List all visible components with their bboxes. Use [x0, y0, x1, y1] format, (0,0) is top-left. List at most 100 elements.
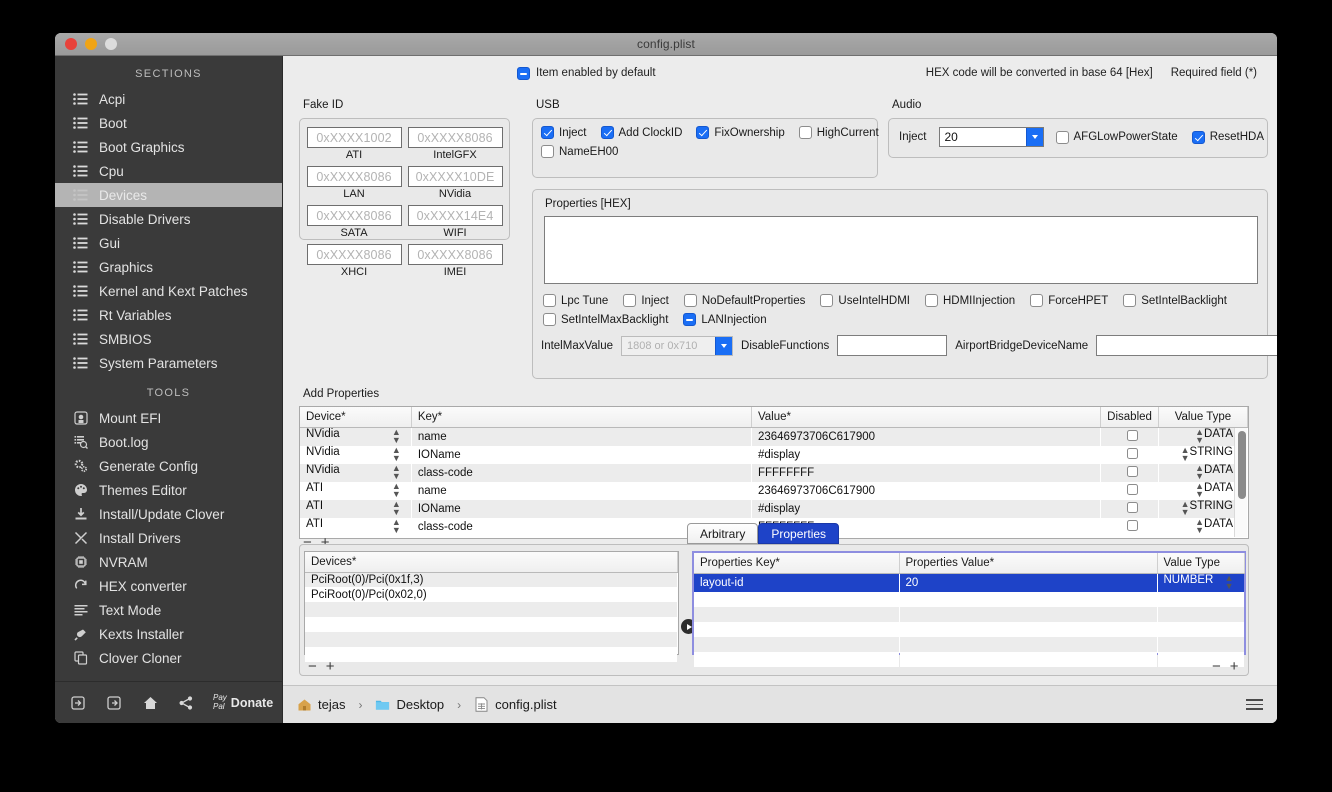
- usb-checkbox-nameeh00[interactable]: NameEH00: [541, 145, 618, 158]
- column-header[interactable]: Device*: [300, 407, 412, 428]
- sidebar-item-disable-drivers[interactable]: Disable Drivers: [55, 207, 282, 231]
- table-scrollbar[interactable]: [1234, 428, 1247, 537]
- add-property-row-button[interactable]: +: [1230, 658, 1239, 675]
- sidebar-tool-clover-cloner[interactable]: Clover Cloner: [55, 646, 282, 670]
- export-icon[interactable]: [105, 694, 123, 712]
- cell-properties-value[interactable]: [899, 591, 1157, 607]
- column-header[interactable]: Key*: [411, 407, 752, 428]
- column-header[interactable]: Disabled: [1100, 407, 1159, 428]
- sidebar-tool-nvram[interactable]: NVRAM: [55, 550, 282, 574]
- cell-value-type[interactable]: [1157, 621, 1244, 637]
- cell-device-path[interactable]: [305, 617, 678, 632]
- cell-device[interactable]: ATI ▲ ▼: [300, 499, 412, 518]
- cell-value[interactable]: #display: [751, 445, 1101, 464]
- add-device-button[interactable]: +: [326, 658, 335, 675]
- sidebar-tool-themes-editor[interactable]: Themes Editor: [55, 478, 282, 502]
- sidebar-item-cpu[interactable]: Cpu: [55, 159, 282, 183]
- cell-value[interactable]: #display: [751, 499, 1101, 518]
- cell-device-path[interactable]: [305, 602, 678, 617]
- stepper-icon[interactable]: ▲ ▼: [392, 464, 401, 481]
- cell-value-type[interactable]: [1157, 606, 1244, 622]
- properties-hex-textarea[interactable]: [544, 216, 1258, 284]
- stepper-icon[interactable]: ▲ ▼: [1195, 464, 1204, 481]
- properties-checkbox-lpc-tune[interactable]: Lpc Tune: [543, 294, 608, 307]
- cell-key[interactable]: IOName: [411, 499, 752, 518]
- cell-device[interactable]: ATI ▲ ▼: [300, 517, 412, 536]
- sidebar-item-system-parameters[interactable]: System Parameters: [55, 351, 282, 375]
- cell-disabled[interactable]: [1100, 427, 1159, 446]
- home-icon[interactable]: [141, 694, 159, 712]
- cell-value-type[interactable]: [1157, 591, 1244, 607]
- fake-id-input-wifi[interactable]: 0xXXXX14E4: [407, 205, 503, 226]
- remove-property-row-button[interactable]: −: [1212, 658, 1221, 675]
- menu-icon[interactable]: [1246, 699, 1263, 710]
- sidebar-item-graphics[interactable]: Graphics: [55, 255, 282, 279]
- cell-properties-value[interactable]: [899, 621, 1157, 637]
- item-enabled-by-default-checkbox[interactable]: Item enabled by default: [517, 66, 656, 80]
- table-row[interactable]: ATI ▲ ▼ name 23646973706C617900 DATA ▲ ▼: [300, 481, 1248, 500]
- add-properties-table[interactable]: Device* Key* Value* Disabled Value Type NVid…: [299, 406, 1249, 539]
- cell-device-path[interactable]: [305, 647, 678, 662]
- properties-checkbox-laninjection[interactable]: LANInjection: [683, 313, 767, 326]
- sidebar-item-boot[interactable]: Boot: [55, 111, 282, 135]
- cell-device-path[interactable]: PciRoot(0)/Pci(0x1f,3): [305, 572, 678, 587]
- table-row[interactable]: NVidia ▲ ▼ class-code FFFFFFFF DATA ▲ ▼: [300, 463, 1248, 482]
- table-row[interactable]: [305, 602, 678, 617]
- column-header[interactable]: Value*: [751, 407, 1102, 428]
- fake-id-input-nvidia[interactable]: 0xXXXX10DE: [407, 166, 503, 187]
- disabled-checkbox[interactable]: [1127, 430, 1139, 441]
- disabled-checkbox[interactable]: [1127, 520, 1139, 531]
- sidebar-tool-mount-efi[interactable]: Mount EFI: [55, 406, 282, 430]
- cell-key[interactable]: name: [411, 427, 752, 446]
- stepper-icon[interactable]: ▲ ▼: [392, 427, 401, 444]
- disable-functions-input[interactable]: [837, 335, 948, 356]
- properties-checkbox-hdmiinjection[interactable]: HDMIInjection: [924, 294, 1015, 307]
- cell-disabled[interactable]: [1100, 463, 1159, 482]
- stepper-icon[interactable]: ▲ ▼: [1195, 427, 1204, 444]
- cell-properties-key[interactable]: [694, 606, 899, 622]
- cell-disabled[interactable]: [1100, 481, 1159, 500]
- sidebar-item-smbios[interactable]: SMBIOS: [55, 327, 282, 351]
- usb-checkbox-fixownership[interactable]: FixOwnership: [696, 126, 785, 139]
- cell-properties-value[interactable]: [899, 606, 1157, 622]
- fake-id-input-intelgfx[interactable]: 0xXXXX8086: [407, 127, 503, 148]
- scrollbar-thumb[interactable]: [1237, 431, 1246, 499]
- share-icon[interactable]: [177, 694, 195, 712]
- devices-column-header[interactable]: Devices*: [305, 552, 678, 573]
- column-header[interactable]: Value Type: [1158, 407, 1249, 428]
- column-header[interactable]: Properties Value*: [899, 553, 1158, 574]
- breadcrumb-item-desktop[interactable]: Desktop: [375, 697, 444, 712]
- table-row[interactable]: PciRoot(0)/Pci(0x1f,3): [305, 572, 678, 587]
- cell-device[interactable]: ATI ▲ ▼: [300, 481, 412, 500]
- properties-checkbox-forcehpet[interactable]: ForceHPET: [1030, 294, 1108, 307]
- table-row[interactable]: ATI ▲ ▼ IOName #display STRING ▲ ▼: [300, 499, 1248, 518]
- sidebar-tool-hex-converter[interactable]: HEX converter: [55, 574, 282, 598]
- disabled-checkbox[interactable]: [1127, 466, 1139, 477]
- audio-inject-select[interactable]: 20: [938, 127, 1044, 147]
- sidebar-item-gui[interactable]: Gui: [55, 231, 282, 255]
- remove-device-button[interactable]: −: [308, 658, 317, 675]
- sidebar-item-acpi[interactable]: Acpi: [55, 87, 282, 111]
- donate-button[interactable]: Pay Pal Donate: [213, 693, 273, 711]
- stepper-icon[interactable]: ▲ ▼: [1195, 482, 1204, 499]
- cell-properties-value[interactable]: 20: [899, 573, 1157, 592]
- cell-properties-key[interactable]: [694, 621, 899, 637]
- cell-properties-key[interactable]: [694, 591, 899, 607]
- breadcrumb-item-config-plist[interactable]: config.plist: [474, 697, 557, 712]
- cell-key[interactable]: IOName: [411, 445, 752, 464]
- sidebar-tool-text-mode[interactable]: Text Mode: [55, 598, 282, 622]
- fake-id-input-imei[interactable]: 0xXXXX8086: [407, 244, 503, 265]
- disabled-checkbox[interactable]: [1127, 484, 1139, 495]
- properties-checkbox-useintelhdmi[interactable]: UseIntelHDMI: [820, 294, 910, 307]
- cell-properties-value[interactable]: [899, 636, 1157, 652]
- disabled-checkbox[interactable]: [1127, 448, 1139, 459]
- cell-value-type[interactable]: NUMBER ▲ ▼: [1157, 573, 1244, 592]
- breadcrumb-item-tejas[interactable]: tejas: [297, 697, 345, 712]
- cell-device-path[interactable]: PciRoot(0)/Pci(0x02,0): [305, 587, 678, 602]
- cell-properties-value[interactable]: [899, 651, 1157, 667]
- sidebar-tool-generate-config[interactable]: Generate Config: [55, 454, 282, 478]
- cell-disabled[interactable]: [1100, 445, 1159, 464]
- sidebar-tool-kexts-installer[interactable]: Kexts Installer: [55, 622, 282, 646]
- cell-value[interactable]: 23646973706C617900: [751, 481, 1101, 500]
- tab-arbitrary[interactable]: Arbitrary: [687, 523, 759, 544]
